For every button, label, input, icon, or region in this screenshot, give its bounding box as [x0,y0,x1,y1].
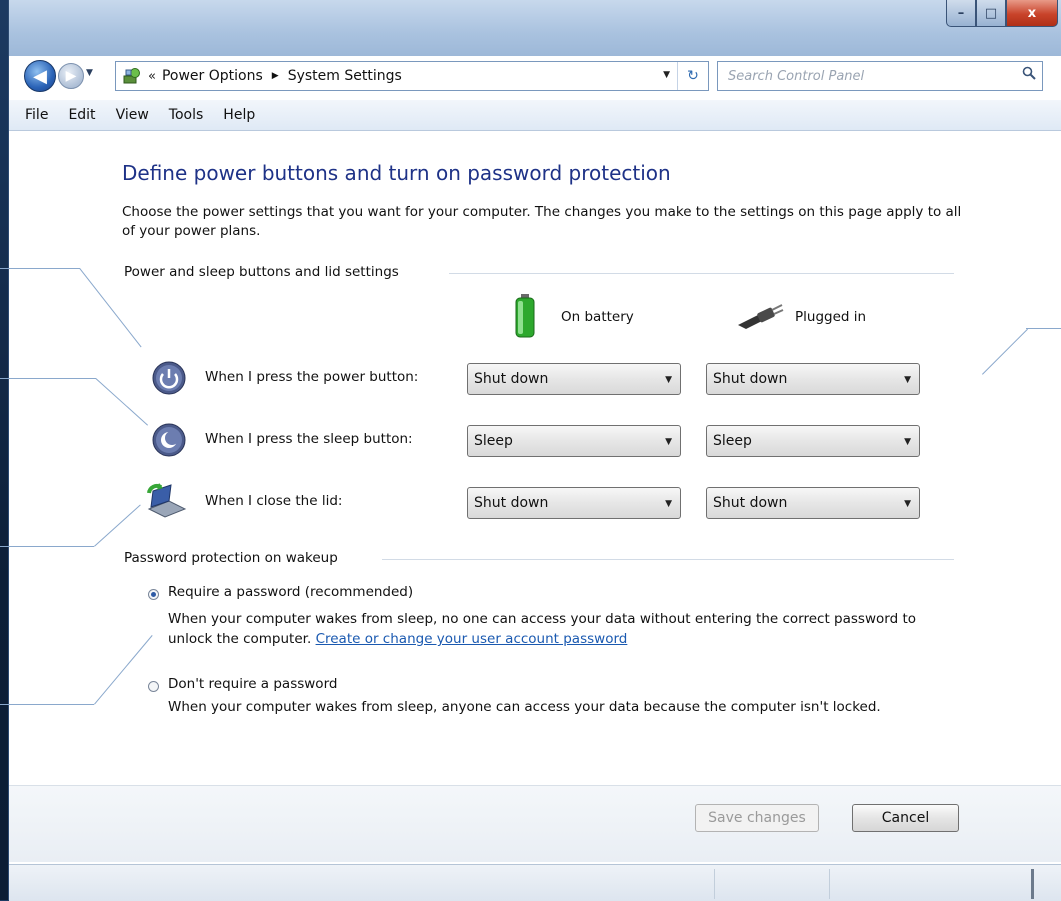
sleep-button-label: When I press the sleep button: [205,431,413,447]
search-input[interactable]: Search Control Panel [717,61,1043,91]
no-password-radio[interactable] [148,681,159,692]
forward-button[interactable]: ▶ [58,63,84,89]
page-description: Choose the power settings that you want … [122,204,962,239]
require-password-radio[interactable] [148,589,159,600]
control-panel-icon [122,67,142,85]
callout-line [1026,328,1061,329]
maximize-button[interactable]: □ [976,0,1006,27]
status-divider [829,869,830,899]
address-overflow-chevron[interactable]: « [148,69,156,84]
change-password-link[interactable]: Create or change your user account passw… [316,631,628,647]
power-group-divider [449,273,954,274]
callout-line [0,268,80,269]
title-bar[interactable]: – □ x [9,0,1061,56]
select-value: Sleep [713,433,752,449]
search-icon[interactable] [1022,66,1036,80]
no-password-label[interactable]: Don't require a password [168,676,337,692]
breadcrumb-separator-icon[interactable]: ▶ [272,71,279,81]
power-button-battery-select[interactable]: Shut down ▼ [467,363,681,395]
address-bar[interactable]: « Power Options ▶ System Settings ▼ ↻ [115,61,709,91]
sleep-button-plugged-select[interactable]: Sleep ▼ [706,425,920,457]
menu-edit[interactable]: Edit [58,107,105,123]
save-changes-button[interactable]: Save changes [695,804,819,832]
page-title: Define power buttons and turn on passwor… [122,161,671,185]
no-password-description: When your computer wakes from sleep, any… [168,699,881,715]
minimize-button[interactable]: – [946,0,976,27]
search-placeholder: Search Control Panel [728,68,865,84]
chevron-down-icon: ▼ [904,375,911,385]
sleep-button-battery-select[interactable]: Sleep ▼ [467,425,681,457]
chevron-down-icon: ▼ [904,437,911,447]
plugged-in-header: Plugged in [795,309,867,325]
resize-grip-icon[interactable] [1031,869,1034,899]
chevron-down-icon: ▼ [665,499,672,509]
chevron-down-icon: ▼ [904,499,911,509]
status-divider [714,869,715,899]
breadcrumb-power-options[interactable]: Power Options [162,68,263,84]
cancel-button[interactable]: Cancel [852,804,959,832]
on-battery-header: On battery [561,309,634,325]
status-bar [9,864,1061,901]
power-button-icon [152,361,186,395]
power-button-plugged-select[interactable]: Shut down ▼ [706,363,920,395]
select-value: Sleep [474,433,513,449]
button-footer: Save changes Cancel [9,786,1061,862]
navigation-bar: ◀ ▶ ▼ « Power Options ▶ System Settings … [9,60,1061,96]
close-lid-battery-select[interactable]: Shut down ▼ [467,487,681,519]
content-pane: Define power buttons and turn on passwor… [9,131,1061,862]
callout-line [0,378,96,379]
laptop-lid-icon [147,483,187,518]
select-value: Shut down [474,495,549,511]
menu-view[interactable]: View [106,107,159,123]
require-password-description: When your computer wakes from sleep, no … [168,609,948,649]
power-plug-icon [738,304,784,329]
close-button[interactable]: x [1006,0,1058,27]
back-button[interactable]: ◀ [24,60,56,92]
refresh-button[interactable]: ↻ [677,62,708,90]
require-password-label[interactable]: Require a password (recommended) [168,584,413,600]
password-group-divider [382,559,954,560]
recent-pages-dropdown-icon[interactable]: ▼ [86,68,93,78]
select-value: Shut down [713,495,788,511]
battery-icon [515,294,535,338]
explorer-window: – □ x ◀ ▶ ▼ « Power Options ▶ System Set… [8,0,1061,901]
select-value: Shut down [713,371,788,387]
window-controls: – □ x [946,0,1058,27]
power-group-label: Power and sleep buttons and lid settings [124,264,399,280]
chevron-down-icon: ▼ [665,375,672,385]
callout-line [0,546,94,547]
breadcrumb-system-settings[interactable]: System Settings [288,68,402,84]
menu-bar: File Edit View Tools Help [9,100,1061,131]
callout-line [0,704,94,705]
select-value: Shut down [474,371,549,387]
close-lid-label: When I close the lid: [205,493,343,509]
password-group-label: Password protection on wakeup [124,550,338,566]
power-button-label: When I press the power button: [205,369,419,385]
menu-file[interactable]: File [9,107,58,123]
close-lid-plugged-select[interactable]: Shut down ▼ [706,487,920,519]
sleep-button-icon [152,423,186,457]
menu-tools[interactable]: Tools [159,107,214,123]
address-dropdown-icon[interactable]: ▼ [663,70,670,80]
chevron-down-icon: ▼ [665,437,672,447]
menu-help[interactable]: Help [213,107,265,123]
